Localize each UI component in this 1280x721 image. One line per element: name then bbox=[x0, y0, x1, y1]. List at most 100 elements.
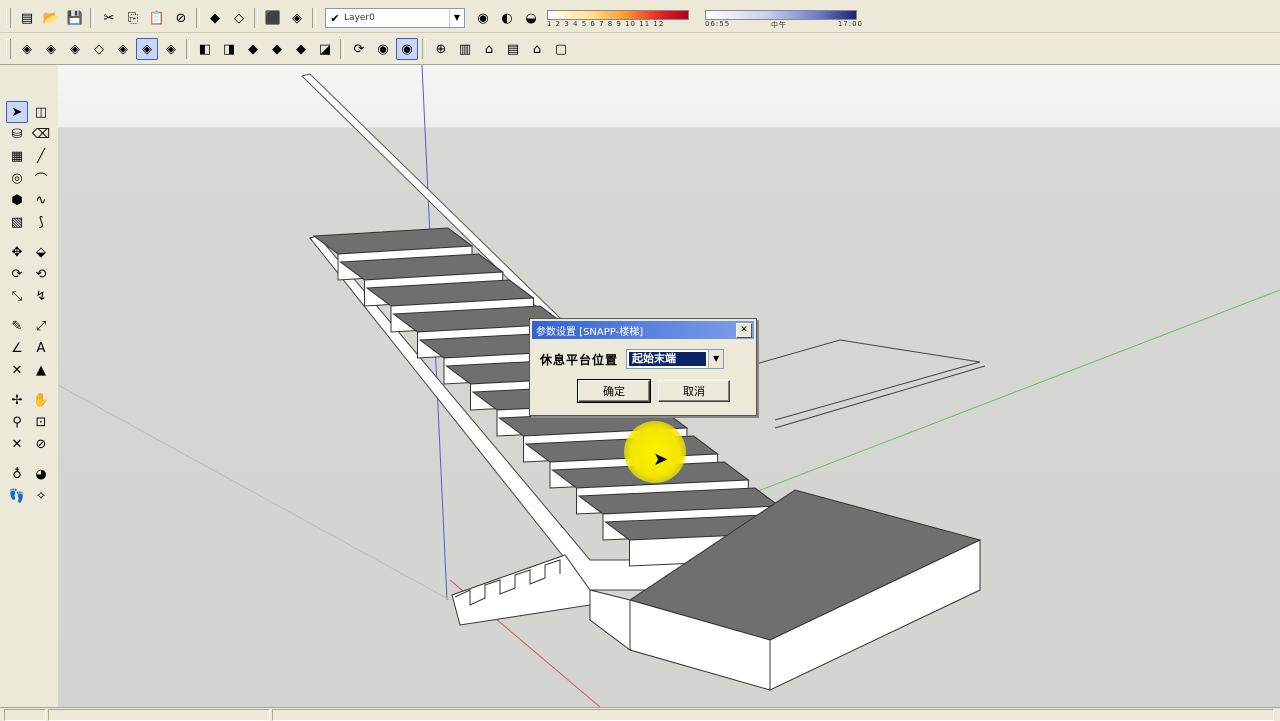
mouse-pointer-icon: ➤ bbox=[653, 449, 669, 470]
toolbar-grip[interactable] bbox=[6, 39, 11, 59]
offset-edge-icon[interactable]: ↯ bbox=[30, 285, 52, 307]
back-view-icon[interactable]: ◈ bbox=[112, 38, 134, 60]
outline-top-edge bbox=[774, 365, 986, 429]
protractor-icon[interactable]: ∠ bbox=[6, 337, 28, 359]
position-camera-icon[interactable]: ♁ bbox=[6, 463, 28, 485]
left-view-icon[interactable]: ◈ bbox=[136, 38, 158, 60]
zoom-extents-icon[interactable]: ◉ bbox=[396, 38, 418, 60]
roof-icon[interactable]: ⌂ bbox=[526, 38, 548, 60]
paste-icon[interactable]: 📋 bbox=[146, 7, 168, 29]
3d-text-icon[interactable]: ▲ bbox=[30, 359, 52, 381]
rectangle-tool-icon[interactable]: ▦ bbox=[6, 145, 28, 167]
copy-icon[interactable]: ⎘ bbox=[122, 7, 144, 29]
dialog-titlebar[interactable]: 参数设置 [SNAPP-楼梯] ✕ bbox=[532, 321, 754, 339]
status-bar bbox=[0, 707, 1280, 721]
shadow-date-slider[interactable]: 1 2 3 4 5 6 7 8 9 10 11 12 bbox=[547, 7, 697, 29]
zoom-extents-tool-icon[interactable]: ✕ bbox=[6, 433, 28, 455]
save-icon[interactable]: 💾 bbox=[64, 7, 86, 29]
standard-toolbar: ▤ 📂 💾 ✂ ⎘ 📋 ⊘ ◆ ◇ ⬛ ◈ ✔ Layer0 ▼ ◉ ◐ ◒ 1 2 3 4 5 6 7… bbox=[0, 4, 1280, 33]
text-tool-icon[interactable]: A bbox=[30, 337, 52, 359]
toolbar-separator bbox=[312, 8, 316, 28]
shadow-toggle-icon[interactable]: ◐ bbox=[496, 7, 518, 29]
look-around-icon[interactable]: ◕ bbox=[30, 463, 52, 485]
bottom-view-icon[interactable]: ◈ bbox=[160, 38, 182, 60]
cut-icon[interactable]: ✂ bbox=[98, 7, 120, 29]
landing-position-value: 起始末端 bbox=[629, 352, 707, 366]
toolbar-separator bbox=[340, 39, 344, 59]
freehand-tool-icon[interactable]: ∿ bbox=[30, 189, 52, 211]
shadow-time-slider[interactable]: 06:55 中午 17:00 bbox=[705, 7, 865, 29]
dimension-icon[interactable]: ⤢ bbox=[30, 315, 52, 337]
move-tool-icon[interactable]: ✥ bbox=[6, 241, 28, 263]
push-pull-icon[interactable]: ⬙ bbox=[30, 241, 52, 263]
toolbar-separator bbox=[186, 39, 190, 59]
tape-measure-icon[interactable]: ✎ bbox=[6, 315, 28, 337]
share-model-icon[interactable]: ◈ bbox=[286, 7, 308, 29]
redo-icon[interactable]: ◇ bbox=[228, 7, 250, 29]
hidden-line-icon[interactable]: ◆ bbox=[242, 38, 264, 60]
box-icon[interactable]: ▢ bbox=[550, 38, 572, 60]
zoom-tool-icon[interactable]: ⚲ bbox=[6, 411, 28, 433]
front-view-icon[interactable]: ◈ bbox=[64, 38, 86, 60]
layer-manager-icon[interactable]: ◉ bbox=[472, 7, 494, 29]
pan-tool-icon[interactable]: ✋ bbox=[30, 389, 52, 411]
orbit-icon[interactable]: ⟳ bbox=[348, 38, 370, 60]
toolbar-separator bbox=[196, 8, 200, 28]
measurements-cell[interactable] bbox=[272, 709, 1274, 721]
status-icon-cell bbox=[4, 709, 46, 721]
ok-button[interactable]: 确定 bbox=[577, 379, 651, 403]
toolbar-grip[interactable] bbox=[6, 8, 11, 28]
scale-tool-icon[interactable]: ⤡ bbox=[6, 285, 28, 307]
polygon-tool-icon[interactable]: ⬢ bbox=[6, 189, 28, 211]
status-text-cell bbox=[48, 709, 270, 721]
paint-bucket-icon[interactable]: ⛁ bbox=[6, 123, 28, 145]
make-component-icon[interactable]: ◫ bbox=[30, 101, 52, 123]
erase-icon[interactable]: ⊘ bbox=[170, 7, 192, 29]
right-view-icon[interactable]: ◇ bbox=[88, 38, 110, 60]
xray-icon[interactable]: ◧ bbox=[194, 38, 216, 60]
arc-tool-icon[interactable]: ⌒ bbox=[30, 167, 52, 189]
wireframe-icon[interactable]: ◨ bbox=[218, 38, 240, 60]
curve-tool-icon[interactable]: ⟆ bbox=[30, 211, 52, 233]
pan-icon[interactable]: ◉ bbox=[372, 38, 394, 60]
iso-view-icon[interactable]: ◈ bbox=[16, 38, 38, 60]
follow-me-icon[interactable]: ⟲ bbox=[30, 263, 52, 285]
shaded-texture-icon[interactable]: ◆ bbox=[290, 38, 312, 60]
open-icon[interactable]: 📂 bbox=[40, 7, 62, 29]
section-plane-icon[interactable]: ✧ bbox=[30, 485, 52, 507]
shaded-icon[interactable]: ◆ bbox=[266, 38, 288, 60]
landing-joint bbox=[589, 589, 631, 651]
new-icon[interactable]: ▤ bbox=[16, 7, 38, 29]
previous-view-icon[interactable]: ⊘ bbox=[30, 433, 52, 455]
rotate-tool-icon[interactable]: ⟳ bbox=[6, 263, 28, 285]
line-tool-icon[interactable]: ╱ bbox=[30, 145, 52, 167]
layer-dropdown[interactable]: ✔ Layer0 ▼ bbox=[325, 8, 465, 28]
landing-position-row: 休息平台位置 起始末端 ▼ bbox=[540, 349, 725, 369]
building-icon[interactable]: ▤ bbox=[502, 38, 524, 60]
time-start: 06:55 bbox=[705, 20, 731, 28]
orbit-tool-icon[interactable]: ✢ bbox=[6, 389, 28, 411]
walk-icon[interactable]: 👣 bbox=[6, 485, 28, 507]
axes-tool-icon[interactable]: ✕ bbox=[6, 359, 28, 381]
close-icon[interactable]: ✕ bbox=[736, 322, 752, 338]
monochrome-icon[interactable]: ◪ bbox=[314, 38, 336, 60]
circle-tool-icon[interactable]: ◎ bbox=[6, 167, 28, 189]
large-tool-set: ➤ ◫ ⛁ ⌫ ▦ ╱ ◎ ⌒ ⬢ ∿ ▧ ⟆ ✥ ⬙ ⟳ ⟲ ⤡ ↯ ✎ ⤢ ∠ A ✕ ▲ ✢ ✋ ⚲ ⊡ ✕ ⊘ ♁ ◕ 👣 ✧ bbox=[0, 65, 59, 720]
top-view-icon[interactable]: ◈ bbox=[40, 38, 62, 60]
undo-icon[interactable]: ◆ bbox=[204, 7, 226, 29]
eraser-icon[interactable]: ⌫ bbox=[30, 123, 52, 145]
chevron-down-icon[interactable]: ▼ bbox=[708, 350, 724, 368]
zoom-window-icon[interactable]: ⊡ bbox=[30, 411, 52, 433]
landing-position-select[interactable]: 起始末端 ▼ bbox=[626, 349, 725, 369]
component-icon[interactable]: ⬛ bbox=[262, 7, 284, 29]
fog-toggle-icon[interactable]: ◒ bbox=[520, 7, 542, 29]
toolbar-separator bbox=[6, 233, 54, 241]
offset-tool-icon[interactable]: ▧ bbox=[6, 211, 28, 233]
toolbar-separator bbox=[90, 8, 94, 28]
warehouse-icon[interactable]: ⊕ bbox=[430, 38, 452, 60]
cancel-button[interactable]: 取消 bbox=[658, 380, 730, 402]
house-icon[interactable]: ⌂ bbox=[478, 38, 500, 60]
section-icon[interactable]: ▥ bbox=[454, 38, 476, 60]
chevron-down-icon[interactable]: ▼ bbox=[449, 9, 464, 27]
select-tool-icon[interactable]: ➤ bbox=[6, 101, 28, 123]
